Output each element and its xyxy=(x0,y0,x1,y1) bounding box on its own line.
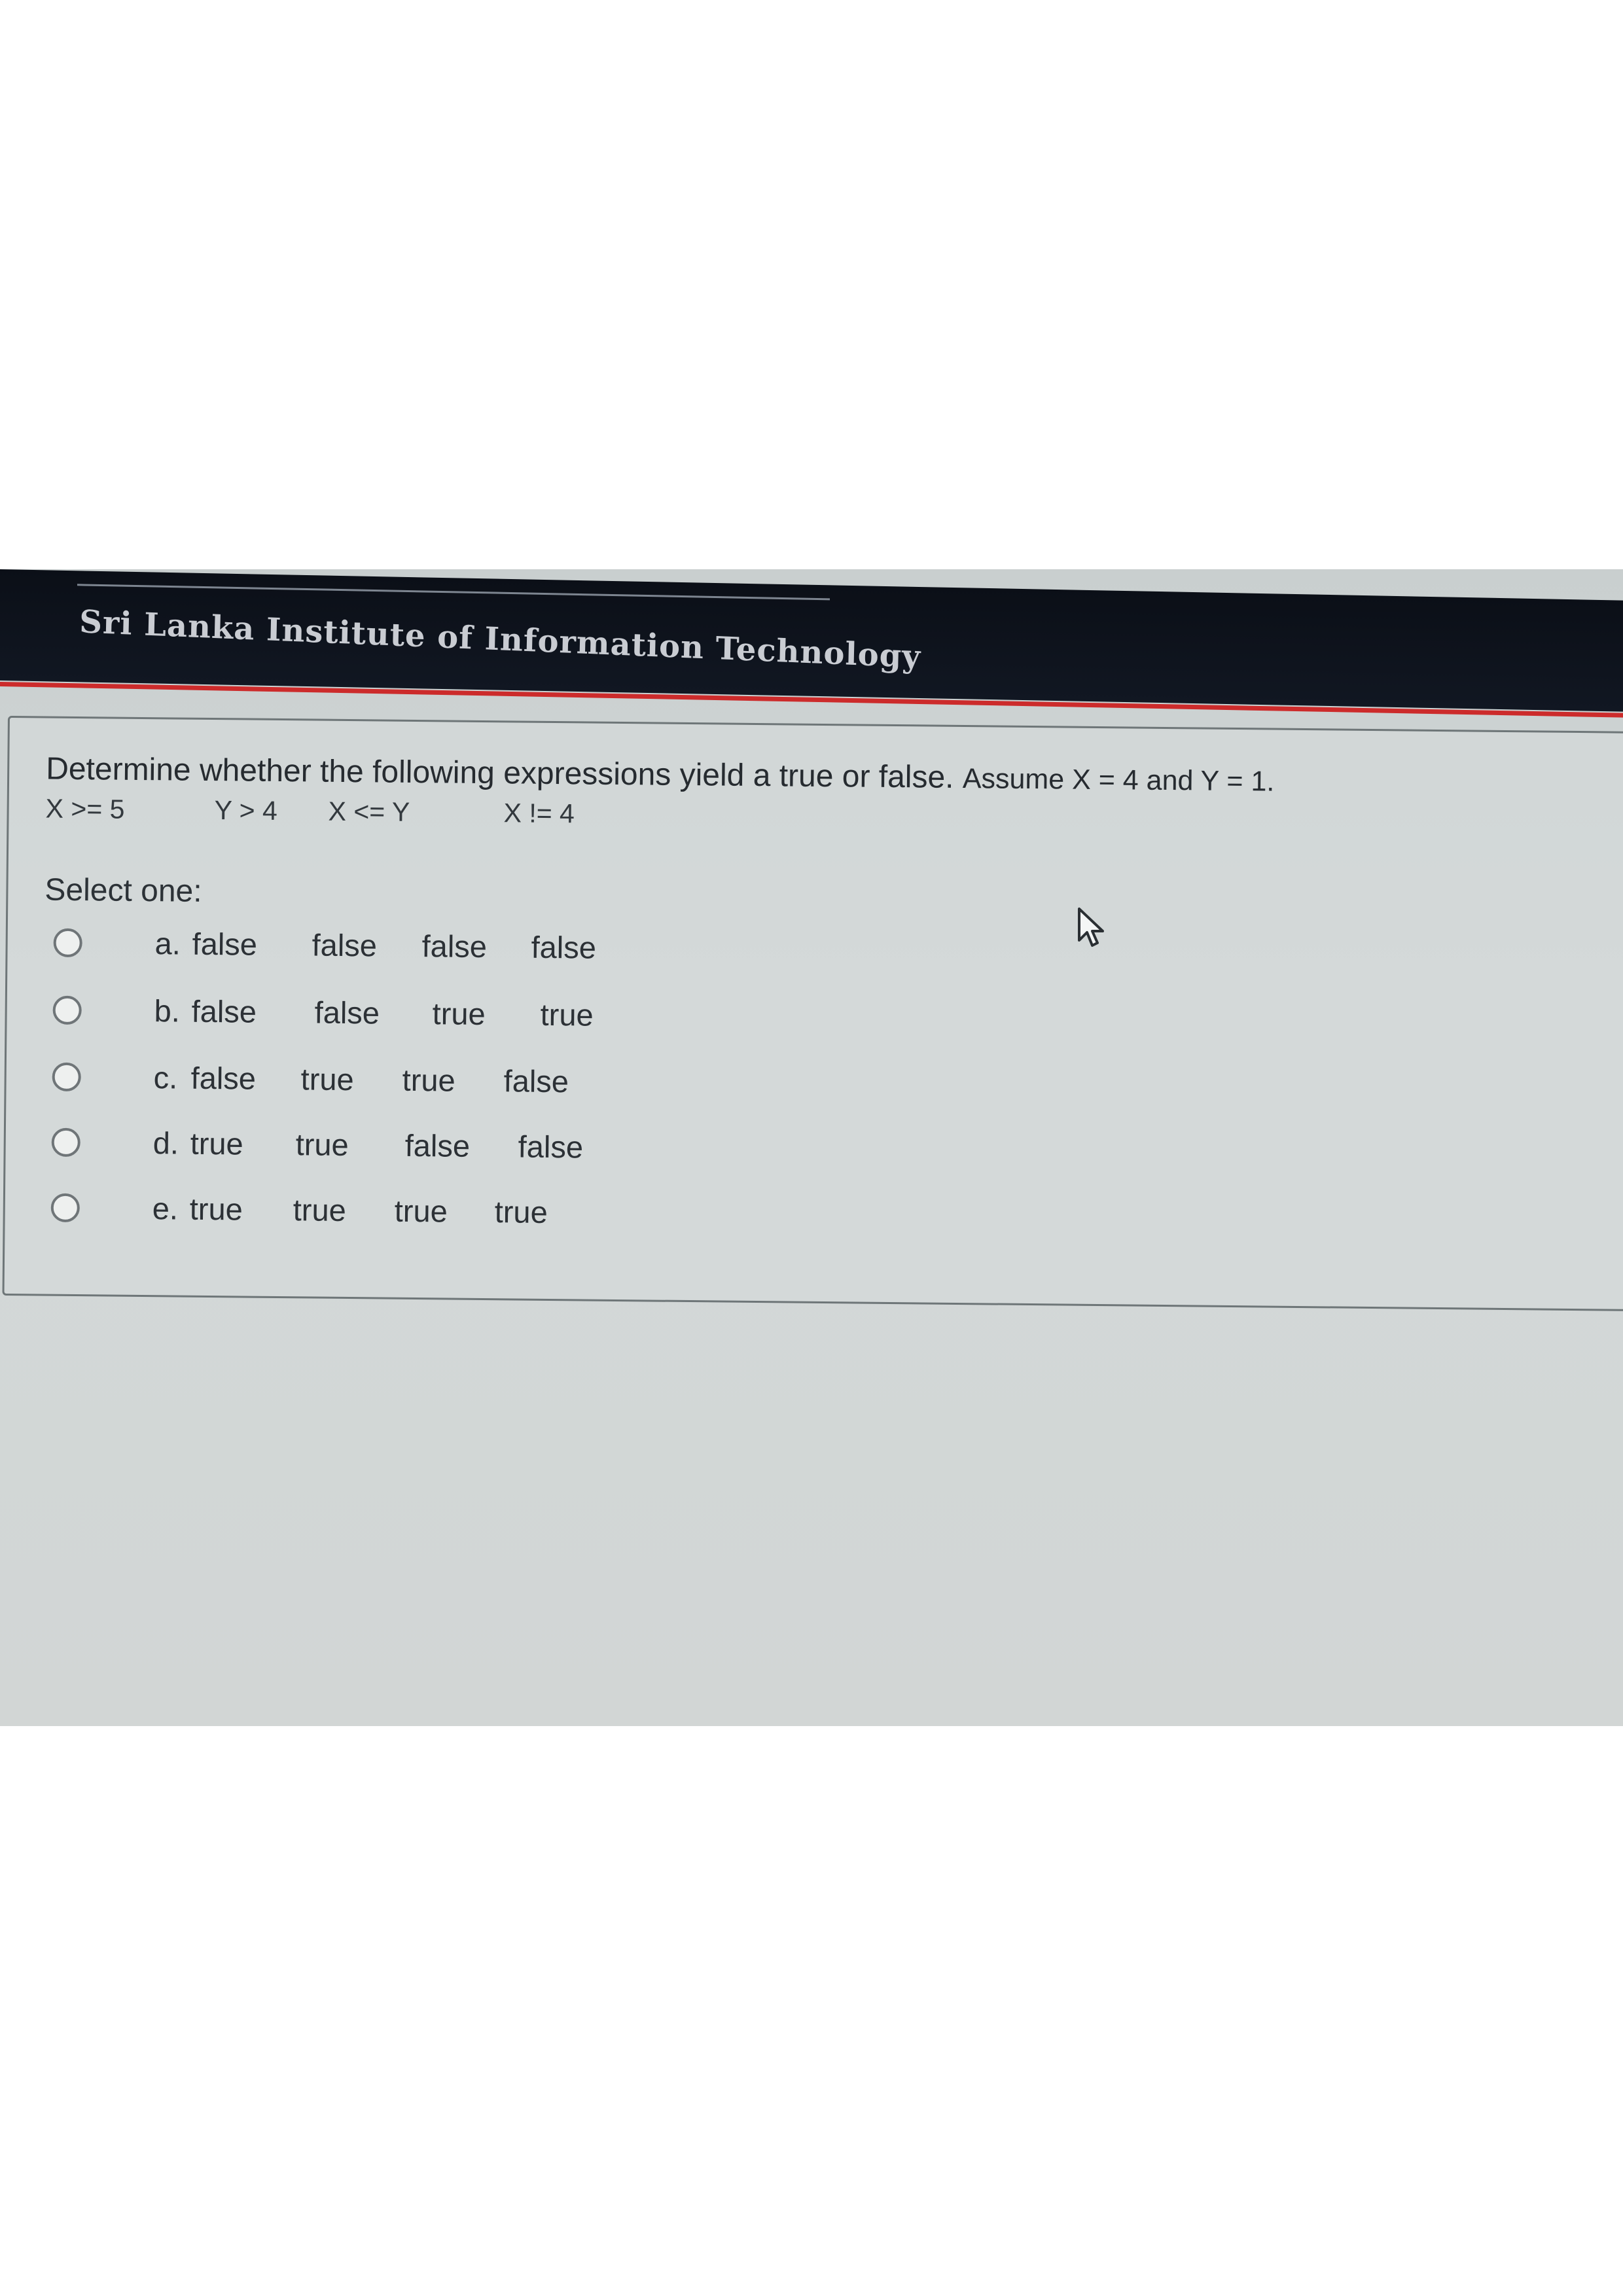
option-value: true xyxy=(494,1194,548,1229)
option-value: false xyxy=(192,926,258,962)
option-value: true xyxy=(402,1062,455,1098)
radio-button-icon[interactable] xyxy=(53,928,82,958)
option-value: true xyxy=(295,1127,349,1163)
option-value: false xyxy=(421,928,488,964)
option-letter: a. xyxy=(154,926,181,961)
option-letter: e. xyxy=(152,1191,179,1226)
question-prompt: Determine whether the following expressi… xyxy=(45,751,954,795)
option-value: false xyxy=(314,995,380,1031)
option-value: false xyxy=(518,1129,584,1165)
radio-button-icon[interactable] xyxy=(50,1193,80,1223)
radio-button-icon[interactable] xyxy=(52,1062,81,1092)
option-letter: c. xyxy=(153,1060,178,1095)
question-card: Determine whether the following expressi… xyxy=(2,716,1623,1312)
option-letter: d. xyxy=(152,1125,179,1161)
answer-option-e[interactable]: e. true true true true xyxy=(50,1190,640,1241)
answer-option-c[interactable]: c. false true true false xyxy=(52,1059,641,1110)
screen-photo: Sri Lanka Institute of Information Techn… xyxy=(0,569,1623,1726)
option-value: false xyxy=(191,993,257,1029)
answer-option-d[interactable]: d. true true false false xyxy=(51,1124,641,1176)
option-value: false xyxy=(404,1127,471,1163)
option-value: true xyxy=(190,1125,243,1161)
institution-title: Sri Lanka Institute of Information Techn… xyxy=(79,603,921,676)
option-value: true xyxy=(189,1191,243,1227)
option-value: true xyxy=(293,1192,347,1227)
option-value: true xyxy=(432,996,486,1032)
mouse-pointer-icon xyxy=(1078,908,1104,947)
option-value: false xyxy=(312,927,378,963)
option-value: false xyxy=(190,1060,257,1096)
expression-4: X != 4 xyxy=(503,798,575,829)
header-divider xyxy=(77,584,830,601)
expression-1: X >= 5 xyxy=(45,793,125,824)
radio-button-icon[interactable] xyxy=(52,995,82,1025)
answer-option-b[interactable]: b. false false true true xyxy=(52,992,642,1044)
option-letter: b. xyxy=(154,993,181,1029)
option-value: true xyxy=(394,1193,448,1229)
option-value: true xyxy=(300,1061,354,1097)
option-value: false xyxy=(503,1063,569,1099)
question-text: Determine whether the following expressi… xyxy=(46,751,1275,799)
radio-button-icon[interactable] xyxy=(51,1127,80,1157)
select-one-label: Select one: xyxy=(45,872,202,909)
expression-2: Y > 4 xyxy=(214,795,277,826)
answer-option-a[interactable]: a. false false false false xyxy=(53,925,643,976)
option-value: true xyxy=(540,997,594,1033)
option-value: false xyxy=(531,929,597,965)
question-assumption: Assume X = 4 and Y = 1. xyxy=(962,763,1275,798)
expression-3: X <= Y xyxy=(328,796,410,827)
